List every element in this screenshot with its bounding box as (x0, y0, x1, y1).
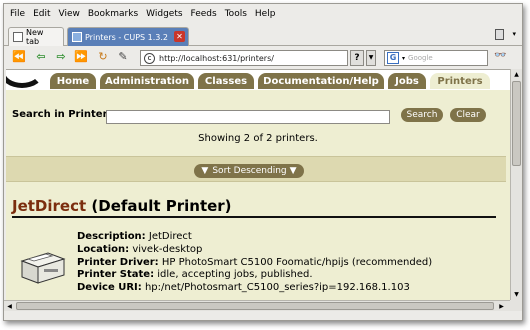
tab-list-icon[interactable]: ▾ (512, 30, 516, 38)
detail-row: Location: vivek-desktop (77, 244, 432, 257)
detail-label: Location: (77, 243, 130, 255)
tab-classes[interactable]: Classes (198, 73, 254, 89)
tab-bar: New tab Printers - CUPS 1.3.2 ✕ ▾ (4, 24, 522, 46)
results-count: Showing 2 of 2 printers. (198, 133, 318, 144)
glasses-icon[interactable]: 👓 (494, 50, 506, 61)
scroll-down-icon[interactable]: ▼ (512, 290, 521, 299)
search-label: Search in Printers: (12, 108, 118, 120)
help-button[interactable]: ? (350, 50, 364, 66)
triangle-down-icon: ▼ (289, 166, 297, 176)
sort-label: Sort Descending (212, 166, 287, 176)
menu-help[interactable]: Help (255, 9, 276, 19)
tab-jobs[interactable]: Jobs (388, 73, 426, 89)
detail-value: JetDirect (148, 231, 192, 242)
navigation-toolbar: ⏪ ⇦ ⇨ ⏩ ↻ ✎ c http://localhost:631/print… (4, 47, 522, 69)
web-search-field[interactable]: G ▾ Google (384, 50, 488, 66)
google-icon: G (387, 52, 399, 64)
detail-row: Device URI: hp:/net/Photosmart_C5100_ser… (77, 282, 432, 295)
tab-new-label: New tab (25, 28, 44, 46)
triangle-down-icon: ▼ (201, 166, 209, 176)
divider (12, 216, 496, 218)
tab-printers[interactable]: Printers - CUPS 1.3.2 ✕ (67, 27, 189, 46)
browser-window: File Edit View Bookmarks Widgets Feeds T… (3, 3, 523, 321)
reload-icon[interactable]: ↻ (96, 50, 110, 64)
detail-row: Printer State: idle, accepting jobs, pub… (77, 269, 432, 282)
detail-value: HP PhotoSmart C5100 Foomatic/hpijs (reco… (161, 256, 433, 268)
detail-value: idle, accepting jobs, published. (157, 269, 313, 281)
tab-home[interactable]: Home (50, 73, 96, 89)
menu-view[interactable]: View (59, 9, 80, 19)
scroll-left-icon[interactable]: ◀ (5, 302, 14, 311)
horizontal-scrollbar[interactable]: ◀ ▶ (4, 300, 510, 311)
chevron-down-icon[interactable]: ▼ (366, 50, 376, 66)
detail-row: Description: JetDirect (77, 231, 432, 244)
detail-label: Printer Driver: (77, 256, 159, 268)
trash-icon[interactable] (495, 29, 504, 40)
sort-bar: ▼ Sort Descending ▼ (6, 156, 506, 182)
clear-button[interactable]: Clear (450, 108, 486, 122)
tab-printers-label: Printers - CUPS 1.3.2 (85, 32, 168, 42)
search-row: Search in Printers: (12, 105, 117, 123)
detail-label: Printer State: (77, 269, 155, 281)
chevron-down-icon[interactable]: ▾ (402, 55, 405, 62)
page-info-icon: c (144, 52, 155, 64)
back-icon[interactable]: ⇦ (34, 50, 48, 64)
menu-tools[interactable]: Tools (225, 9, 247, 19)
menu-bookmarks[interactable]: Bookmarks (88, 9, 138, 19)
vertical-scroll-thumb[interactable] (512, 81, 521, 166)
menu-bar: File Edit View Bookmarks Widgets Feeds T… (4, 4, 522, 24)
detail-label: Device URI: (77, 282, 142, 294)
detail-label: Description: (77, 231, 146, 242)
printer-search-input[interactable] (106, 110, 390, 124)
detail-value: vivek-desktop (132, 243, 203, 255)
tab-printers-page[interactable]: Printers (430, 73, 490, 89)
default-printer-label: (Default Printer) (91, 197, 232, 215)
menu-widgets[interactable]: Widgets (146, 9, 182, 19)
search-button[interactable]: Search (401, 108, 443, 122)
cups-logo (6, 70, 44, 88)
rewind-icon[interactable]: ⏪ (12, 50, 26, 64)
detail-row: Printer Driver: HP PhotoSmart C5100 Foom… (77, 257, 432, 270)
search-placeholder: Google (408, 54, 433, 62)
menu-feeds[interactable]: Feeds (191, 9, 217, 19)
page-icon (13, 32, 23, 42)
detail-value: hp:/net/Photosmart_C5100_series?ip=192.1… (144, 282, 410, 294)
cups-nav: Home Administration Classes Documentatio… (6, 70, 510, 90)
menu-file[interactable]: File (10, 9, 25, 19)
forward-icon[interactable]: ⇨ (54, 50, 68, 64)
scroll-corner (510, 300, 522, 311)
printer-heading: JetDirect (Default Printer) (12, 197, 232, 215)
printer-icon (20, 252, 66, 284)
url-text: http://localhost:631/printers/ (159, 53, 274, 63)
sort-descending-button[interactable]: ▼ Sort Descending ▼ (194, 164, 304, 178)
tab-documentation-help[interactable]: Documentation/Help (258, 73, 384, 89)
tab-administration[interactable]: Administration (100, 73, 194, 89)
page-content: Home Administration Classes Documentatio… (6, 69, 510, 300)
printer-name-link[interactable]: JetDirect (12, 197, 86, 215)
scroll-up-icon[interactable]: ▲ (512, 70, 521, 79)
fast-forward-icon[interactable]: ⏩ (74, 50, 88, 64)
horizontal-scroll-thumb[interactable] (16, 302, 494, 310)
scroll-right-icon[interactable]: ▶ (497, 302, 506, 311)
address-bar[interactable]: c http://localhost:631/printers/ (140, 50, 348, 66)
menu-edit[interactable]: Edit (33, 9, 50, 19)
printer-details: Description: JetDirect Location: vivek-d… (77, 231, 432, 295)
vertical-scrollbar[interactable]: ▲ ▼ (510, 69, 522, 300)
tab-new[interactable]: New tab (8, 27, 64, 46)
close-tab-icon[interactable]: ✕ (174, 31, 185, 42)
page-icon (72, 32, 82, 42)
edit-icon[interactable]: ✎ (116, 50, 130, 64)
